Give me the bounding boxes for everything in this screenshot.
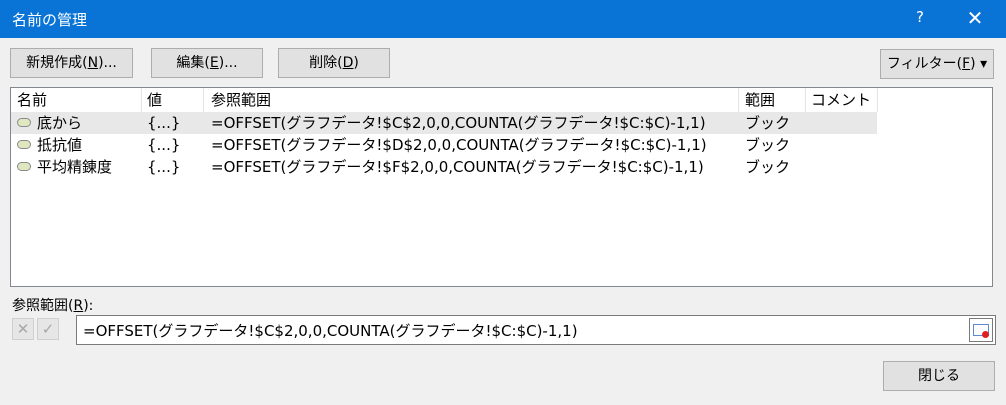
- edit-button[interactable]: 編集(E)...: [151, 48, 263, 78]
- column-divider: [877, 88, 878, 112]
- row-value: {...}: [147, 114, 181, 132]
- new-button[interactable]: 新規作成(N)...: [10, 48, 133, 78]
- confirm-edit-button[interactable]: ✓: [37, 318, 59, 340]
- edit-button-key: E: [209, 55, 219, 71]
- row-scope: ブック: [745, 114, 791, 132]
- edit-button-suffix: )...: [218, 55, 238, 71]
- row-value: {...}: [147, 136, 181, 154]
- column-header-value[interactable]: 値: [147, 88, 162, 112]
- new-button-label: 新規作成(: [26, 55, 88, 71]
- names-list[interactable]: 名前 値 参照範囲 範囲 コメント 底から {...} =OFFSET(グラフデ…: [10, 87, 993, 287]
- filter-button-key: F: [962, 56, 971, 72]
- defined-name-icon: [17, 140, 31, 149]
- column-divider: [738, 88, 739, 112]
- row-name: 抵抗値: [37, 136, 83, 154]
- delete-button-key: D: [342, 55, 354, 71]
- delete-button-label: 削除(: [309, 55, 343, 71]
- refers-to-label: 参照範囲(R):: [12, 295, 93, 315]
- refers-to-input[interactable]: =OFFSET(グラフデータ!$C$2,0,0,COUNTA(グラフデータ!$C…: [76, 315, 996, 345]
- defined-name-icon: [17, 162, 31, 171]
- column-header-comment[interactable]: コメント: [811, 88, 871, 112]
- new-button-key: N: [87, 55, 99, 71]
- row-scope: ブック: [745, 158, 791, 176]
- refers-to-label-key: R: [73, 298, 84, 314]
- edit-button-label: 編集(: [176, 55, 210, 71]
- delete-button-suffix: ): [353, 55, 359, 71]
- filter-button-suffix: ): [970, 56, 976, 72]
- new-button-suffix: )...: [98, 55, 117, 71]
- row-name: 底から: [37, 114, 83, 132]
- window-title: 名前の管理: [12, 11, 88, 29]
- row-refers-to: =OFFSET(グラフデータ!$D$2,0,0,COUNTA(グラフデータ!$C…: [211, 136, 707, 154]
- column-divider: [141, 88, 142, 112]
- refers-to-label-text: 参照範囲(: [12, 298, 74, 314]
- column-divider: [805, 88, 806, 112]
- title-bar: 名前の管理 ? ✕: [0, 0, 1006, 38]
- filter-button[interactable]: フィルター(F) ▾: [880, 49, 994, 79]
- defined-name-icon: [17, 118, 31, 127]
- column-header-scope[interactable]: 範囲: [745, 88, 775, 112]
- table-row[interactable]: 抵抗値 {...} =OFFSET(グラフデータ!$D$2,0,0,COUNTA…: [11, 134, 877, 156]
- help-button[interactable]: ?: [910, 8, 930, 26]
- chevron-down-icon: ▾: [980, 56, 988, 72]
- table-row[interactable]: 底から {...} =OFFSET(グラフデータ!$C$2,0,0,COUNTA…: [11, 112, 877, 134]
- cancel-icon: ✕: [16, 320, 30, 338]
- cancel-edit-button[interactable]: ✕: [12, 318, 34, 340]
- row-name: 平均精錬度: [37, 158, 113, 176]
- collapse-dialog-button[interactable]: [969, 318, 993, 342]
- column-header-name[interactable]: 名前: [17, 88, 47, 112]
- row-refers-to: =OFFSET(グラフデータ!$C$2,0,0,COUNTA(グラフデータ!$C…: [211, 114, 706, 132]
- row-value: {...}: [147, 158, 181, 176]
- table-row[interactable]: 平均精錬度 {...} =OFFSET(グラフデータ!$F$2,0,0,COUN…: [11, 156, 877, 178]
- row-scope: ブック: [745, 136, 791, 154]
- close-icon[interactable]: ✕: [962, 4, 988, 32]
- selection-marker-icon: [982, 331, 989, 338]
- close-button[interactable]: 閉じる: [883, 361, 995, 391]
- refers-to-label-suffix: ):: [83, 298, 94, 314]
- column-divider: [203, 88, 204, 112]
- column-header-refers-to[interactable]: 参照範囲: [211, 88, 271, 112]
- refers-to-value: =OFFSET(グラフデータ!$C$2,0,0,COUNTA(グラフデータ!$C…: [83, 322, 578, 340]
- checkmark-icon: ✓: [41, 320, 55, 338]
- delete-button[interactable]: 削除(D): [278, 48, 390, 78]
- filter-button-label: フィルター(: [886, 56, 963, 72]
- row-refers-to: =OFFSET(グラフデータ!$F$2,0,0,COUNTA(グラフデータ!$C…: [211, 158, 704, 176]
